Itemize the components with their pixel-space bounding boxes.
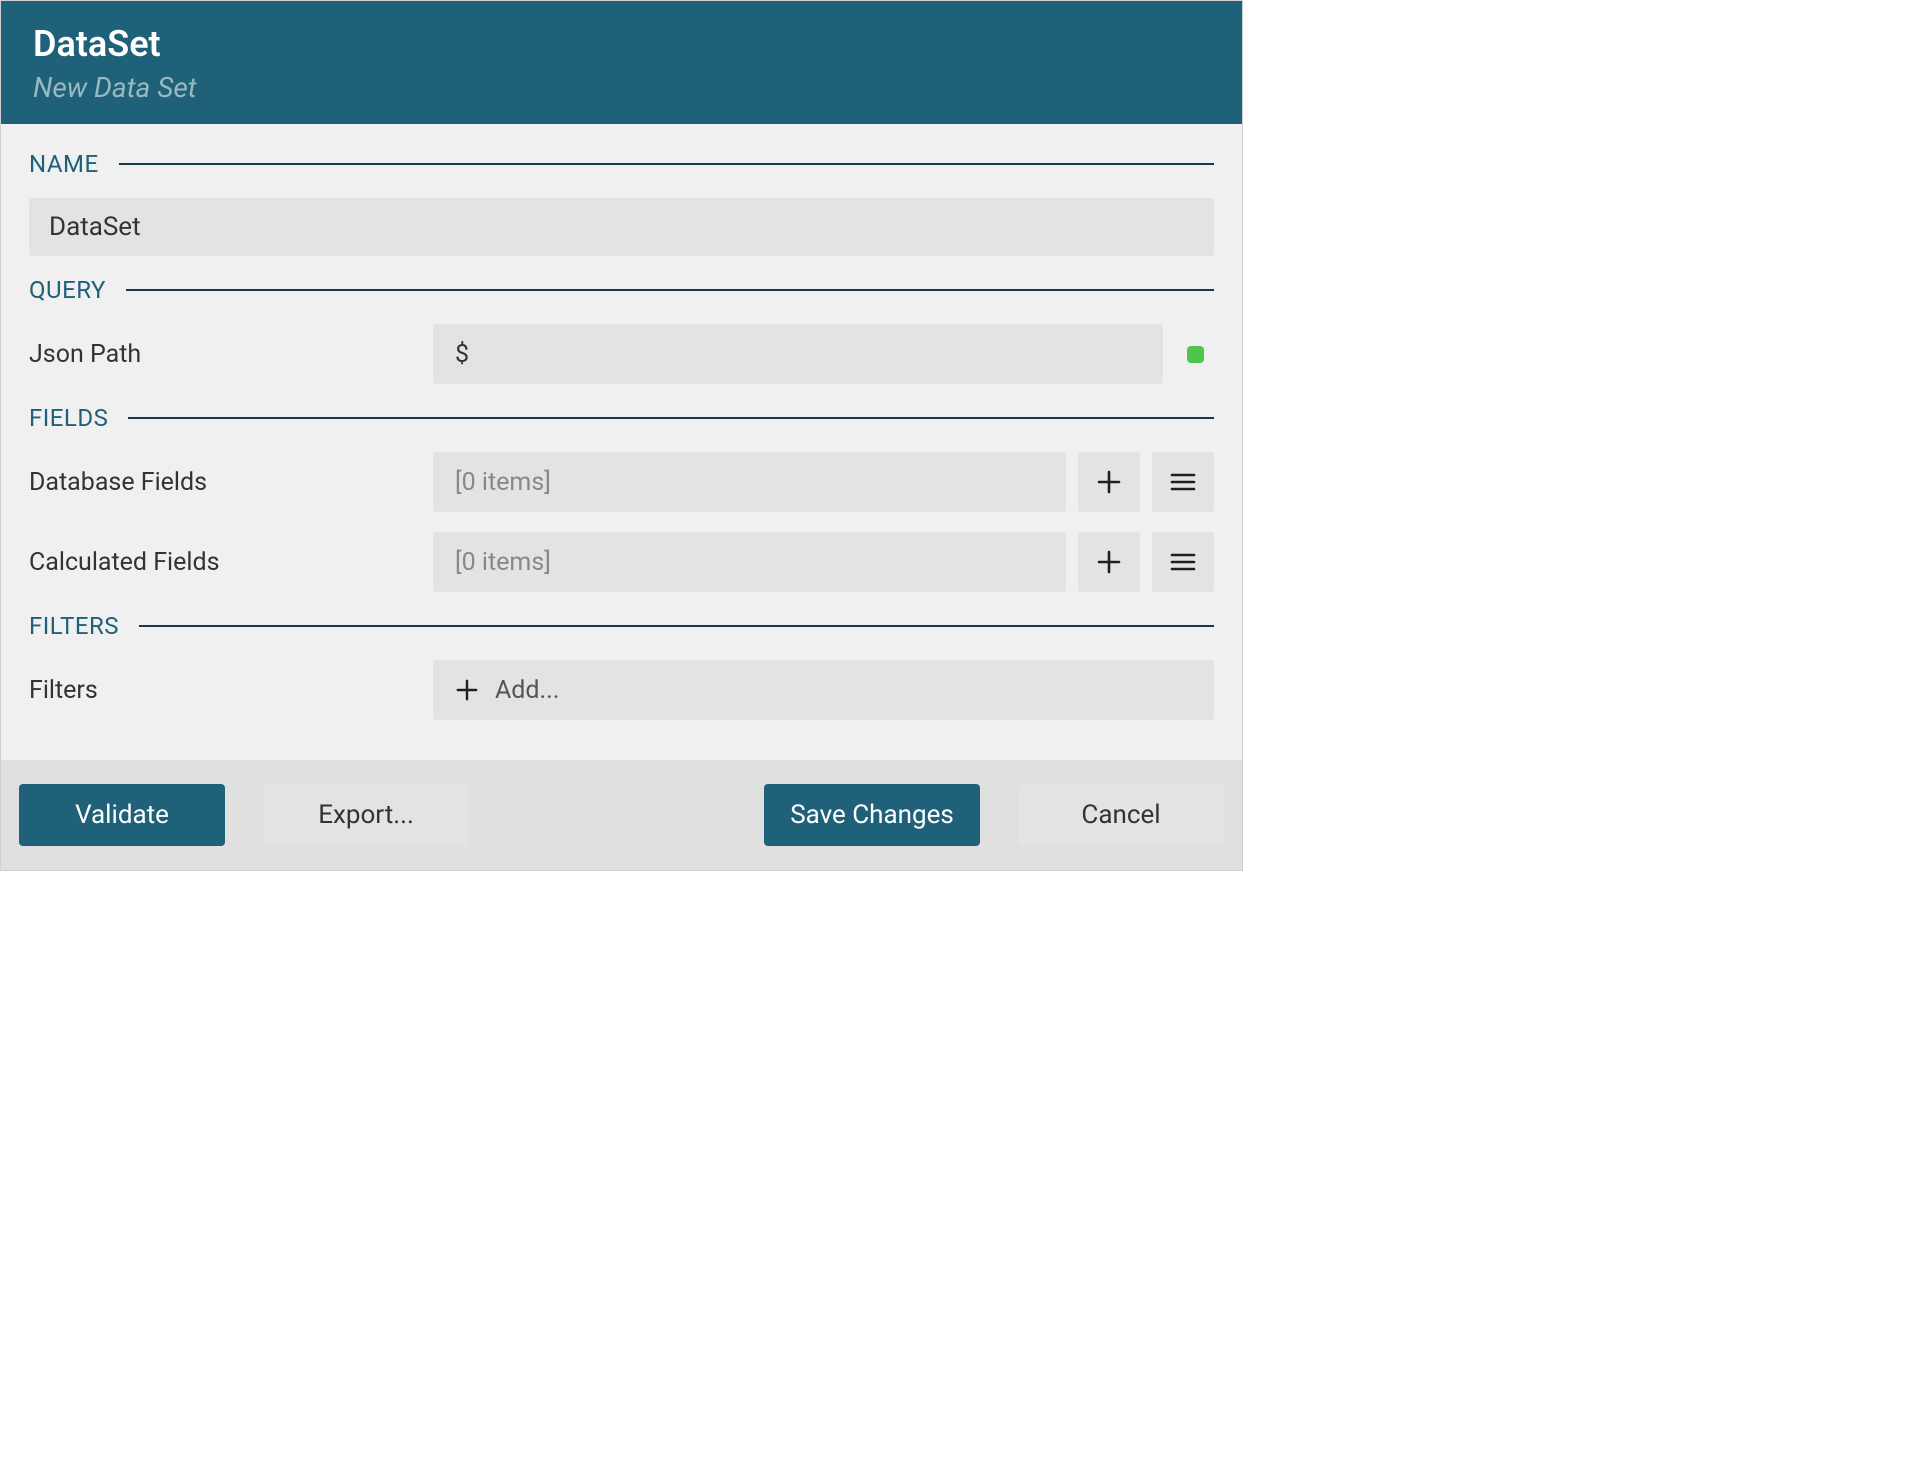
dialog-content: NAME QUERY Json Path FIELDS (1, 124, 1242, 760)
header-subtitle: New Data Set (33, 71, 1210, 104)
name-section-label: NAME (29, 150, 99, 178)
json-path-input[interactable] (433, 324, 1163, 384)
database-fields-row: Database Fields [0 items] (29, 452, 1214, 512)
name-section: NAME (29, 150, 1214, 256)
calculated-fields-menu-button[interactable] (1152, 532, 1214, 592)
filters-section-header: FILTERS (29, 612, 1214, 640)
database-fields-menu-button[interactable] (1152, 452, 1214, 512)
calculated-fields-row: Calculated Fields [0 items] (29, 532, 1214, 592)
fields-section-label: FIELDS (29, 404, 108, 432)
filters-label: Filters (29, 676, 421, 705)
plus-icon (455, 678, 479, 702)
menu-icon (1170, 469, 1196, 495)
filters-add-label: Add... (495, 676, 559, 705)
section-divider (139, 625, 1214, 627)
database-fields-label: Database Fields (29, 468, 421, 497)
query-section-label: QUERY (29, 276, 106, 304)
export-button[interactable]: Export... (263, 784, 469, 846)
json-path-label: Json Path (29, 340, 421, 369)
name-input[interactable] (29, 198, 1214, 256)
validation-status-indicator (1187, 346, 1204, 363)
fields-section: FIELDS Database Fields [0 items] (29, 404, 1214, 592)
calculated-fields-value: [0 items] (455, 548, 551, 577)
database-fields-value: [0 items] (455, 468, 551, 497)
fields-section-header: FIELDS (29, 404, 1214, 432)
json-path-row: Json Path (29, 324, 1214, 384)
validate-button[interactable]: Validate (19, 784, 225, 846)
cancel-button[interactable]: Cancel (1018, 784, 1224, 846)
query-section-header: QUERY (29, 276, 1214, 304)
plus-icon (1096, 469, 1122, 495)
dialog-header: DataSet New Data Set (1, 1, 1242, 124)
filters-section: FILTERS Filters Add... (29, 612, 1214, 720)
save-changes-button[interactable]: Save Changes (764, 784, 980, 846)
filters-section-label: FILTERS (29, 612, 119, 640)
plus-icon (1096, 549, 1122, 575)
section-divider (128, 417, 1214, 419)
section-divider (126, 289, 1214, 291)
filters-add-button[interactable]: Add... (433, 660, 1214, 720)
calculated-fields-label: Calculated Fields (29, 548, 421, 577)
calculated-fields-add-button[interactable] (1078, 532, 1140, 592)
calculated-fields-box[interactable]: [0 items] (433, 532, 1066, 592)
header-title: DataSet (33, 23, 1210, 65)
query-section: QUERY Json Path (29, 276, 1214, 384)
filters-row: Filters Add... (29, 660, 1214, 720)
section-divider (119, 163, 1214, 165)
database-fields-add-button[interactable] (1078, 452, 1140, 512)
name-section-header: NAME (29, 150, 1214, 178)
menu-icon (1170, 549, 1196, 575)
dialog-footer: Validate Export... Save Changes Cancel (1, 760, 1242, 870)
dataset-dialog: DataSet New Data Set NAME QUERY Json Pat… (0, 0, 1243, 871)
database-fields-box[interactable]: [0 items] (433, 452, 1066, 512)
